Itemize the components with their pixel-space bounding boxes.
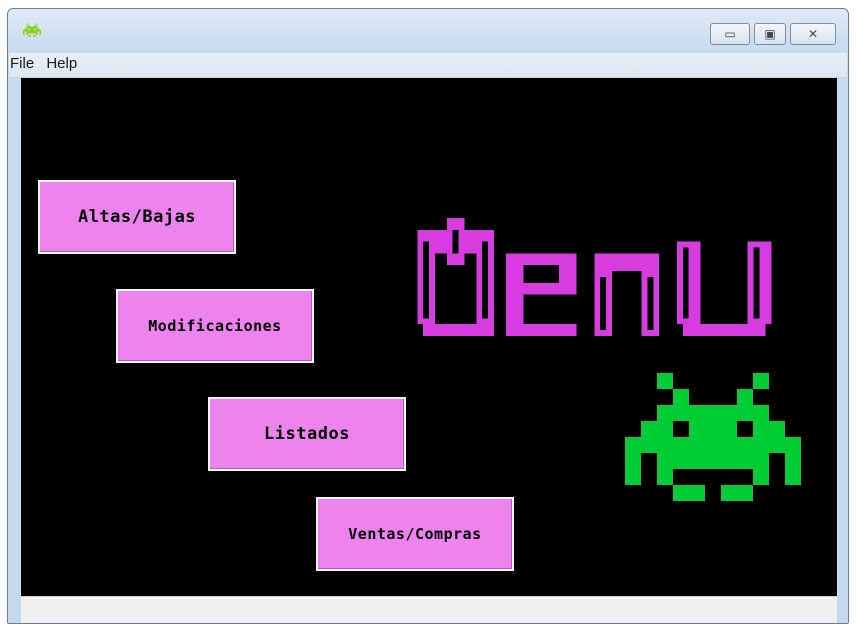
menu-logo (417, 218, 772, 336)
minimize-button[interactable]: ▭ (710, 23, 750, 45)
menu-help[interactable]: Help (44, 53, 79, 75)
altas-bajas-button[interactable]: Altas/Bajas (38, 180, 236, 254)
title-bar[interactable]: ▭ ▣ ✕ (8, 9, 848, 49)
main-canvas: Altas/Bajas Modificaciones Listados Vent… (21, 78, 837, 596)
close-button[interactable]: ✕ (790, 23, 836, 45)
ventas-compras-button[interactable]: Ventas/Compras (316, 497, 514, 571)
minimize-icon: ▭ (724, 27, 736, 41)
close-icon: ✕ (807, 27, 819, 41)
listados-button[interactable]: Listados (208, 397, 406, 471)
maximize-icon: ▣ (764, 27, 776, 41)
menu-file[interactable]: File (10, 53, 36, 75)
invader-app-icon (23, 23, 41, 37)
invader-icon (625, 373, 801, 501)
status-bar (21, 596, 837, 623)
app-window: ▭ ▣ ✕ File Help Altas/Bajas Modificacion… (7, 8, 849, 624)
menu-bar: File Help (9, 53, 847, 78)
modificaciones-button[interactable]: Modificaciones (116, 289, 314, 363)
maximize-button[interactable]: ▣ (754, 23, 786, 45)
